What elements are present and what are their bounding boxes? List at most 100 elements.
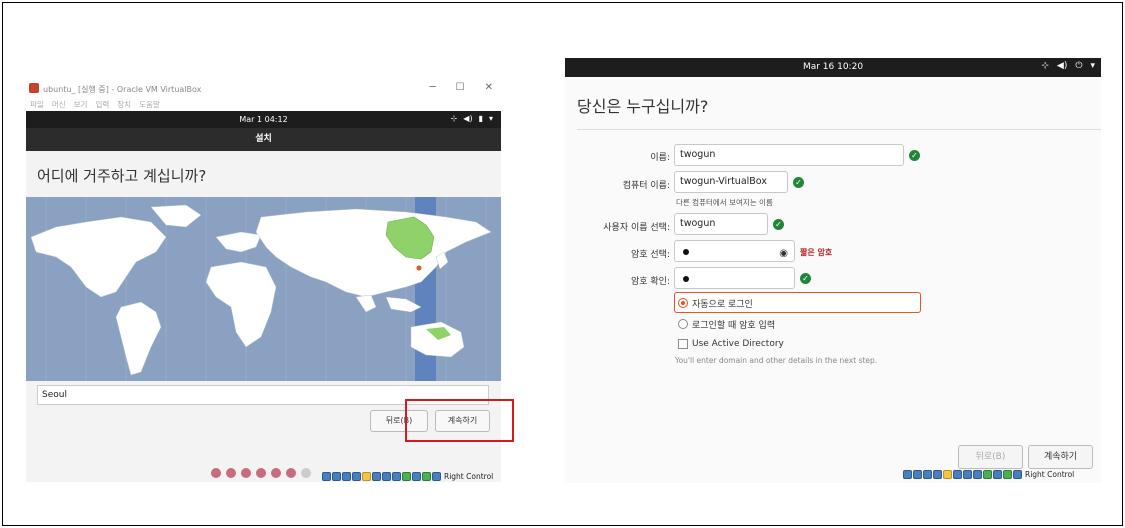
volume-icon[interactable]: ◀) [1057,61,1067,71]
window-titlebar: ubuntu_ [실행 중] - Oracle VM VirtualBox ─ … [26,80,501,98]
keyboard-icon[interactable] [422,471,431,481]
virtualbox-logo-icon [29,83,39,93]
display-icon[interactable] [382,471,391,481]
shared-folder-icon[interactable] [953,469,962,479]
mouse-integration-icon[interactable] [993,469,1002,479]
username-field[interactable]: twogun [674,213,768,235]
computer-name-hint: 다른 컴퓨터에서 보여지는 이름 [676,198,773,207]
progress-dot [211,468,221,478]
ubuntu-window-right: Mar 16 10:20 ⊹ ◀) ⏻ ▾ 당신은 누구십니까? 이름: two… [565,58,1101,483]
system-menu-chevron-icon[interactable]: ▾ [489,114,493,123]
back-button[interactable]: 뒤로(B) [958,445,1023,469]
progress-dot [271,468,281,478]
network-icon[interactable]: ⊹ [1041,61,1049,71]
valid-check-icon: ✓ [800,273,811,284]
shared-folder-icon[interactable] [372,471,381,481]
network-icon[interactable]: ⊹ [451,114,458,123]
progress-dot [256,468,266,478]
usb-icon[interactable] [362,471,371,481]
clock[interactable]: Mar 1 04:12 [26,115,501,124]
installer-header: 설치 [26,128,501,151]
menu-help[interactable]: 도움말 [139,98,160,111]
ubuntu-topbar: Mar 16 10:20 ⊹ ◀) ⏻ ▾ [565,58,1101,77]
window-title: ubuntu_ [실행 중] - Oracle VM VirtualBox [43,85,202,94]
computer-name-field[interactable]: twogun-VirtualBox [674,171,788,193]
active-directory-option[interactable]: Use Active Directory [678,334,784,354]
progress-dots [211,468,311,478]
confirm-password-label: 암호 확인: [630,277,670,287]
password-strength-label: 짧은 암호 [800,248,833,257]
require-password-option[interactable]: 로그인할 때 암호 입력 [678,314,775,334]
password-field[interactable]: ◉ [674,240,795,262]
power-icon[interactable]: ⏻ [1075,61,1082,71]
recording-icon[interactable] [392,471,401,481]
require-password-label: 로그인할 때 암호 입력 [692,320,776,331]
usb-icon[interactable] [943,469,952,479]
progress-dot [286,468,296,478]
host-key-label: Right Control [1025,469,1075,479]
progress-dot [226,468,236,478]
menu-input[interactable]: 입력 [95,98,109,111]
network-adapter-icon[interactable] [933,469,942,479]
keyboard-icon[interactable] [1003,469,1012,479]
timezone-map[interactable] [26,197,501,381]
highlight-box [405,399,514,442]
password-mask [683,276,689,282]
radio-selected-icon[interactable] [678,298,688,308]
system-menu-chevron-icon[interactable]: ▾ [1090,61,1095,71]
audio-icon[interactable] [923,469,932,479]
progress-dot [241,468,251,478]
auto-login-label: 자동으로 로그인 [692,299,753,310]
host-key-icon[interactable] [1013,469,1022,479]
page-title: 당신은 누구십니까? [577,97,709,116]
progress-dot [301,468,311,478]
optical-drive-icon[interactable] [913,469,922,479]
recording-icon[interactable] [973,469,982,479]
host-key-icon[interactable] [432,471,441,481]
host-key-label: Right Control [444,471,494,481]
continue-button[interactable]: 계속하기 [1028,445,1093,469]
radio-unselected-icon[interactable] [678,319,688,329]
menu-view[interactable]: 보기 [74,98,88,111]
volume-icon[interactable]: ◀) [463,114,472,123]
name-label: 이름: [650,153,670,163]
username-label: 사용자 이름 선택: [603,223,670,233]
menu-devices[interactable]: 장치 [117,98,131,111]
valid-check-icon: ✓ [793,177,804,188]
auto-login-option[interactable]: 자동으로 로그인 [678,293,753,313]
vm-menubar: 파일 머신 보기 입력 장치 도움말 [26,98,501,111]
cpu-icon[interactable] [983,469,992,479]
cpu-icon[interactable] [402,471,411,481]
menu-file[interactable]: 파일 [30,98,44,111]
active-directory-label: Use Active Directory [692,339,784,349]
menu-machine[interactable]: 머신 [52,98,66,111]
computer-name-label: 컴퓨터 이름: [622,181,670,191]
confirm-password-field[interactable] [674,267,795,289]
clock[interactable]: Mar 16 10:20 [565,62,1101,72]
minimize-icon[interactable]: ─ [430,82,436,93]
harddisk-icon[interactable] [903,469,912,479]
display-icon[interactable] [963,469,972,479]
map-location-pin [415,264,423,272]
vm-statusbar: Right Control [903,468,1074,480]
valid-check-icon: ✓ [909,150,920,161]
valid-check-icon: ✓ [773,219,784,230]
optical-drive-icon[interactable] [332,471,341,481]
close-icon[interactable]: ✕ [485,82,493,93]
harddisk-icon[interactable] [322,471,331,481]
ubuntu-topbar: Mar 1 04:12 ⊹ ◀) ▮ ▾ [26,111,501,128]
battery-icon[interactable]: ▮ [479,114,483,123]
network-adapter-icon[interactable] [352,471,361,481]
maximize-icon[interactable]: ☐ [456,82,465,93]
active-directory-hint: You'll enter domain and other details in… [675,356,878,365]
divider [577,129,1101,130]
password-mask [683,249,689,255]
audio-icon[interactable] [342,471,351,481]
password-label: 암호 선택: [630,250,670,260]
mouse-integration-icon[interactable] [412,471,421,481]
page-title: 어디에 거주하고 계십니까? [37,167,207,185]
vm-statusbar: Right Control [322,470,493,482]
name-field[interactable]: twogun [674,144,904,166]
checkbox-icon[interactable] [678,339,688,349]
show-password-eye-icon[interactable]: ◉ [779,244,788,264]
